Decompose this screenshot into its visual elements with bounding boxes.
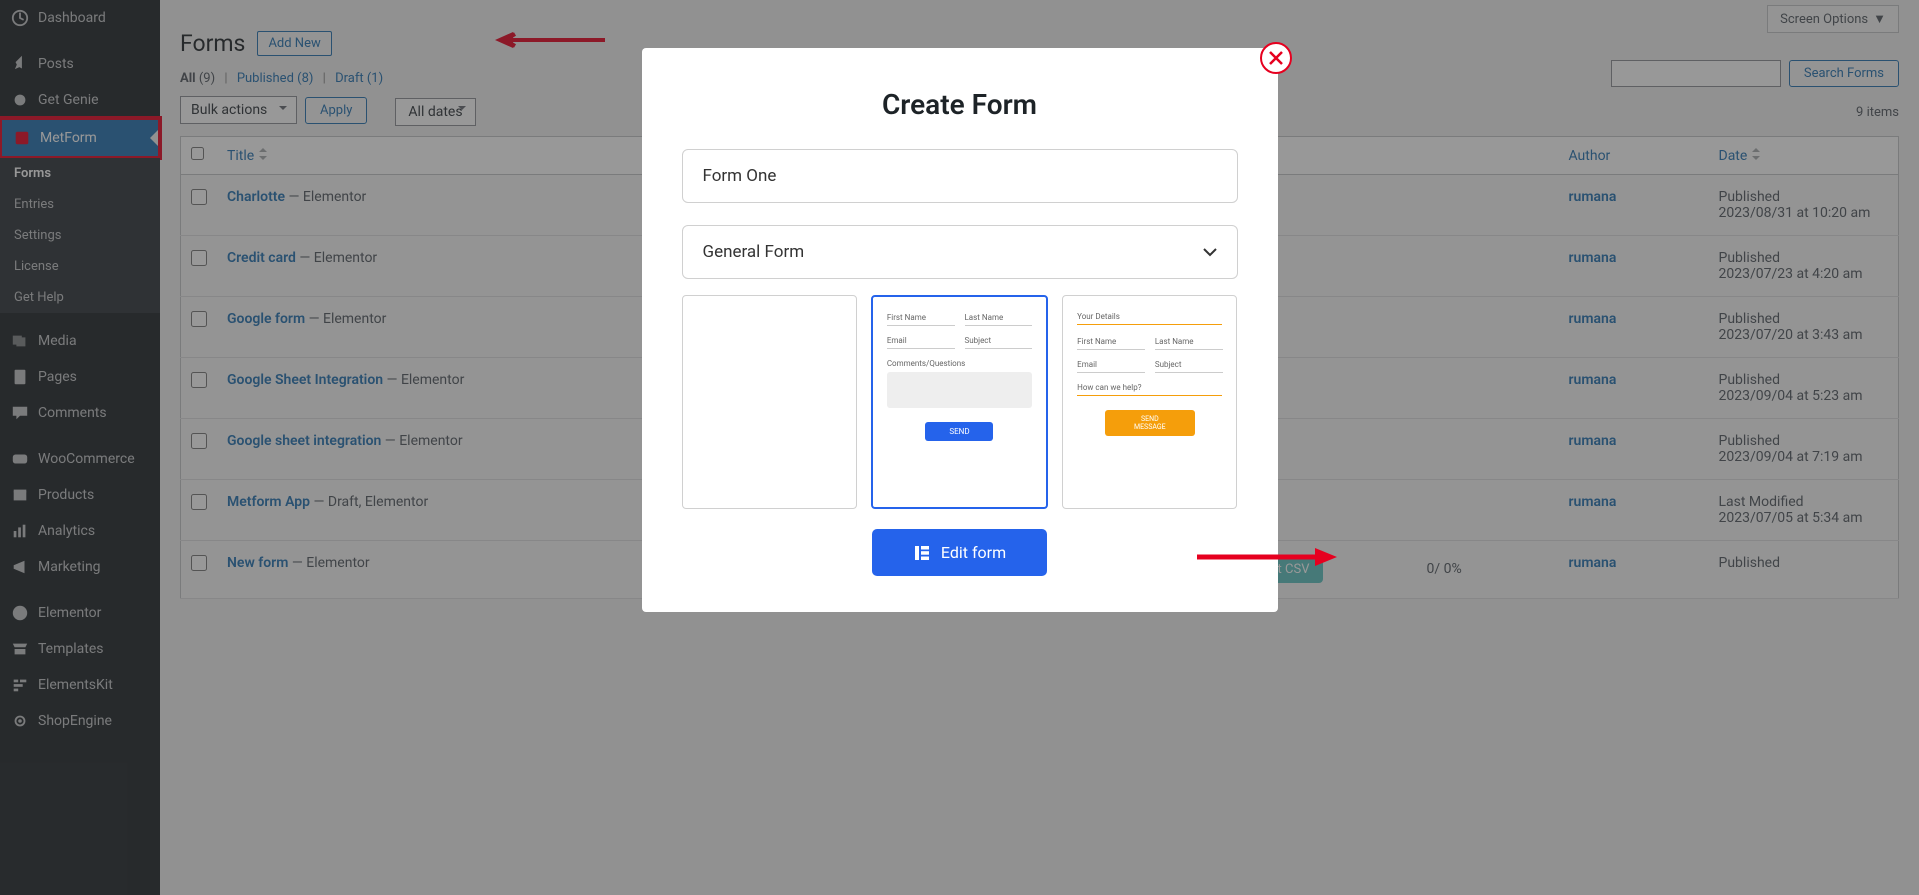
create-form-modal: Create Form General Form First Name Last…: [642, 48, 1278, 612]
chevron-down-icon: [1203, 242, 1217, 262]
template-general[interactable]: First Name Last Name Email Subject Comme…: [871, 295, 1048, 509]
close-icon: [1269, 51, 1283, 65]
form-type-select[interactable]: General Form: [682, 225, 1238, 279]
close-button[interactable]: [1260, 42, 1292, 74]
arrow-annotation-2: [1197, 546, 1337, 568]
edit-form-button[interactable]: Edit form: [872, 529, 1047, 576]
template-orange[interactable]: Your Details First Name Last Name Email …: [1062, 295, 1237, 509]
form-name-input[interactable]: [682, 149, 1238, 203]
modal-title: Create Form: [682, 88, 1238, 121]
modal-overlay[interactable]: Create Form General Form First Name Last…: [0, 0, 1919, 895]
template-blank[interactable]: [682, 295, 857, 509]
elementor-icon: [913, 544, 931, 562]
